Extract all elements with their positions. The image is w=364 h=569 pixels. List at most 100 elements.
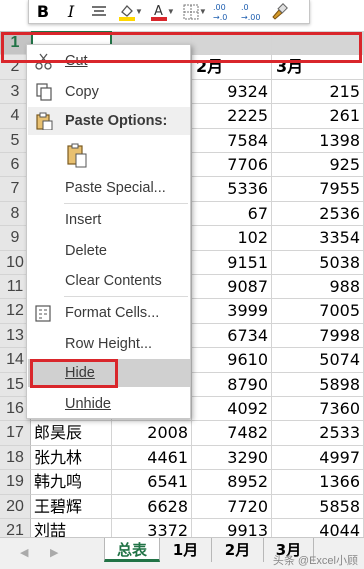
decrease-decimal-button[interactable]: .0 →.00: [237, 1, 265, 23]
cell-value[interactable]: 6628: [112, 494, 192, 519]
table-row[interactable]: 19 韩九鸣 6541 8952 1366: [0, 470, 364, 495]
cell-value[interactable]: 9610: [192, 348, 272, 373]
cell-value[interactable]: 67: [192, 201, 272, 227]
cell-name[interactable]: 韩九鸣: [31, 470, 112, 495]
table-row[interactable]: 20 王碧辉 6628 7720 5858: [0, 494, 364, 519]
context-menu: Cut Copy Paste Options: Paste Special...…: [26, 44, 191, 419]
cell-value[interactable]: 7998: [272, 323, 364, 349]
italic-button[interactable]: I: [57, 1, 85, 23]
mini-toolbar: B I ▼ A ▼ ▼ .00 →.0 .0 →.00: [28, 0, 310, 24]
prev-sheet-arrow-icon[interactable]: ◀: [20, 546, 28, 559]
align-button[interactable]: [85, 1, 113, 23]
row-header[interactable]: 18: [0, 445, 31, 471]
cell-value[interactable]: 925: [272, 153, 364, 178]
scissors-icon: [35, 53, 52, 70]
sheet-tab-jan[interactable]: 1月: [160, 538, 212, 562]
menu-item-paste-special[interactable]: Paste Special...: [28, 174, 190, 202]
cell-value[interactable]: 4092: [192, 397, 272, 422]
cell-value[interactable]: 2225: [192, 104, 272, 129]
sheet-tab-feb[interactable]: 2月: [212, 538, 264, 562]
menu-item-row-height[interactable]: Row Height...: [28, 330, 190, 358]
sheet-tab-summary[interactable]: 总表: [104, 538, 160, 562]
paste-option-keep-formatting[interactable]: [28, 139, 190, 173]
cell-value[interactable]: 5858: [272, 494, 364, 519]
cell-value[interactable]: 6734: [192, 323, 272, 349]
next-sheet-arrow-icon[interactable]: ▶: [50, 546, 58, 559]
cell-name[interactable]: 郎昊辰: [31, 421, 112, 446]
cell-value[interactable]: 7955: [272, 177, 364, 202]
cell-value[interactable]: 4997: [272, 445, 364, 471]
copy-icon: [36, 83, 52, 101]
cell-value[interactable]: 5898: [272, 372, 364, 397]
align-icon: [92, 5, 106, 16]
cell-value[interactable]: [192, 31, 272, 56]
cell-value[interactable]: 5074: [272, 348, 364, 373]
font-color-dropdown-icon[interactable]: ▼: [167, 7, 175, 16]
cell-value[interactable]: 3月: [272, 55, 364, 80]
format-painter-icon: [272, 2, 288, 20]
menu-item-insert[interactable]: Insert: [28, 206, 190, 234]
cell-value[interactable]: 8790: [192, 372, 272, 397]
menu-item-copy-label: Copy: [65, 84, 99, 100]
svg-text:A: A: [154, 4, 163, 19]
cell-value[interactable]: 9087: [192, 275, 272, 300]
row-header[interactable]: 20: [0, 494, 31, 519]
cell-value[interactable]: 2008: [112, 421, 192, 446]
menu-item-cut[interactable]: Cut: [28, 47, 190, 75]
watermark-text: 头条 @Excel小顾: [272, 555, 358, 567]
cell-value[interactable]: 7360: [272, 397, 364, 422]
cell-value[interactable]: 3999: [192, 299, 272, 324]
font-color-icon: A: [150, 4, 167, 21]
cell-value[interactable]: 7005: [272, 299, 364, 324]
cell-value[interactable]: 102: [192, 226, 272, 251]
cell-value[interactable]: 3290: [192, 445, 272, 471]
menu-item-cut-label: Cut: [65, 53, 88, 69]
cell-value[interactable]: 7584: [192, 128, 272, 153]
menu-item-clear-contents[interactable]: Clear Contents: [28, 267, 190, 295]
cell-value[interactable]: 3354: [272, 226, 364, 251]
cell-value[interactable]: 215: [272, 79, 364, 105]
menu-item-format-cells-label: Format Cells...: [65, 305, 160, 321]
cell-value[interactable]: 9151: [192, 250, 272, 275]
cell-value[interactable]: [272, 31, 364, 56]
cell-value[interactable]: 2536: [272, 201, 364, 227]
cell-value[interactable]: 988: [272, 275, 364, 300]
fill-bucket-icon: [119, 4, 135, 21]
menu-item-hide[interactable]: Hide: [28, 359, 190, 387]
table-row[interactable]: 18 张九林 4461 3290 4997: [0, 445, 364, 471]
svg-text:.0: .0: [241, 3, 249, 12]
cell-value[interactable]: 5336: [192, 177, 272, 202]
cell-value[interactable]: 1398: [272, 128, 364, 153]
increase-decimal-button[interactable]: .00 →.0: [209, 1, 237, 23]
cell-value[interactable]: 4461: [112, 445, 192, 471]
cell-value[interactable]: 6541: [112, 470, 192, 495]
cell-value[interactable]: 9324: [192, 79, 272, 105]
cell-value[interactable]: 7706: [192, 153, 272, 178]
menu-item-format-cells[interactable]: Format Cells...: [28, 299, 190, 327]
fill-color-dropdown-icon[interactable]: ▼: [135, 7, 143, 16]
cell-value[interactable]: 261: [272, 104, 364, 129]
cell-value[interactable]: 1366: [272, 470, 364, 495]
format-painter-button[interactable]: [265, 1, 293, 23]
menu-item-unhide-label: Unhide: [65, 396, 111, 412]
cell-value[interactable]: 2533: [272, 421, 364, 446]
row-header[interactable]: 17: [0, 421, 31, 446]
menu-item-delete[interactable]: Delete: [28, 237, 190, 265]
menu-separator: [64, 296, 188, 297]
bold-button[interactable]: B: [29, 1, 57, 23]
cell-value[interactable]: 2月: [192, 55, 272, 80]
cell-name[interactable]: 王碧辉: [31, 494, 112, 519]
borders-dropdown-icon[interactable]: ▼: [199, 7, 207, 16]
cell-value[interactable]: 8952: [192, 470, 272, 495]
menu-item-row-height-label: Row Height...: [65, 336, 153, 352]
cell-name[interactable]: 张九林: [31, 445, 112, 471]
paste-options-label: Paste Options:: [65, 113, 168, 129]
cell-value[interactable]: 7720: [192, 494, 272, 519]
cell-value[interactable]: 7482: [192, 421, 272, 446]
table-row[interactable]: 17 郎昊辰 2008 7482 2533: [0, 421, 364, 446]
menu-item-unhide[interactable]: Unhide: [28, 390, 190, 418]
cell-value[interactable]: 5038: [272, 250, 364, 275]
row-header[interactable]: 19: [0, 470, 31, 495]
sheet-tab-bar: ◀ ▶ 总表 1月 2月 3月 头条 @Excel小顾: [0, 537, 364, 569]
menu-item-copy[interactable]: Copy: [28, 78, 190, 106]
